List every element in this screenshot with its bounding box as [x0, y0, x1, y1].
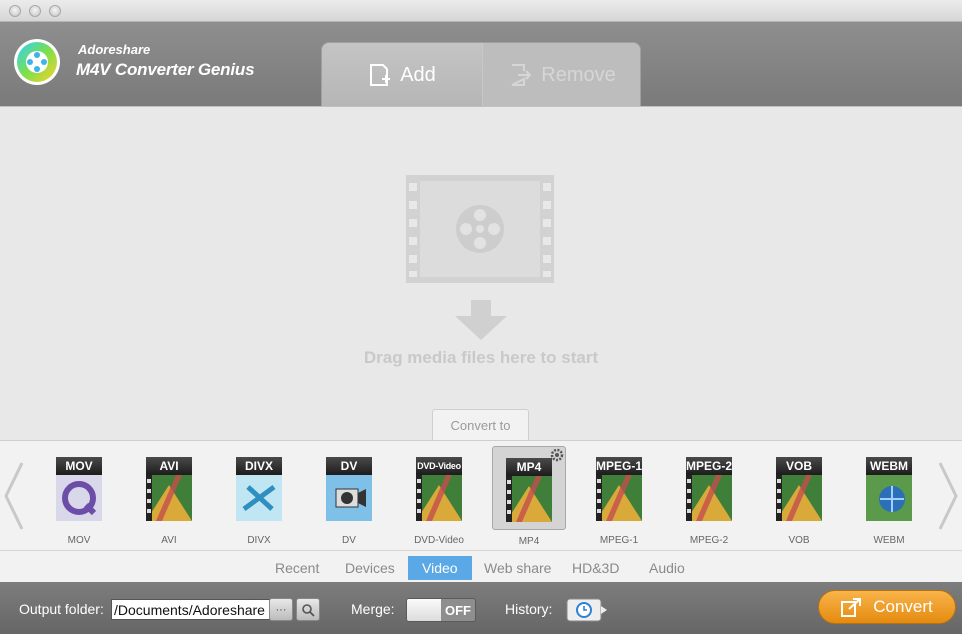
category-tab-audio[interactable]: Audio [635, 556, 699, 580]
category-tab-hd3d[interactable]: HD&3D [558, 556, 633, 580]
category-bar: Recent Devices Video Web share HD&3D Aud… [0, 550, 962, 582]
format-icon: MPEG-2 [686, 457, 732, 521]
drop-instruction: Drag media files here to start [363, 348, 599, 367]
close-window-button[interactable] [9, 5, 21, 17]
divx-icon [236, 475, 282, 521]
scroll-left-arrow-icon[interactable] [2, 461, 26, 531]
format-badge: MPEG-2 [686, 457, 733, 475]
format-badge: MPEG-1 [596, 457, 643, 475]
format-badge: MOV [56, 457, 102, 475]
toggle-knob [407, 599, 441, 621]
app-logo-icon [14, 39, 60, 85]
convert-button[interactable]: Convert [818, 590, 956, 624]
open-folder-button[interactable] [296, 598, 320, 621]
format-item-avi[interactable]: AVI AVI [132, 445, 206, 547]
gear-icon[interactable] [550, 448, 564, 462]
scroll-right-arrow-icon[interactable] [936, 461, 960, 531]
format-label: AVI [161, 535, 177, 546]
format-item-webm[interactable]: WEBM WEBM [852, 445, 926, 547]
globe-icon [866, 475, 912, 521]
category-tab-video[interactable]: Video [408, 556, 472, 580]
add-button[interactable]: Add [322, 43, 482, 106]
category-tab-devices[interactable]: Devices [331, 556, 409, 580]
history-label: History: [505, 601, 553, 617]
format-label: DIVX [247, 535, 271, 546]
convert-icon [841, 598, 862, 617]
output-folder-label: Output folder: [19, 601, 104, 617]
merge-toggle[interactable]: OFF [406, 598, 476, 622]
film-icon [416, 475, 462, 521]
film-icon [506, 476, 552, 522]
brand-name: Adoreshare [78, 42, 151, 57]
format-badge: DIVX [236, 457, 282, 475]
format-label: VOB [788, 535, 810, 546]
format-badge: AVI [146, 457, 192, 475]
toolbar-tabs: Add Remove [321, 42, 641, 106]
film-icon [686, 475, 732, 521]
format-item-mpeg-1[interactable]: MPEG-1 MPEG-1 [582, 445, 656, 547]
bottom-bar: Output folder: ··· Merge: OFF History: C… [0, 582, 962, 634]
format-strip: MOV MOV AVI AVI DIVX DIVX DV DV DVD-Video DVD-Vid… [0, 440, 962, 550]
format-item-vob[interactable]: VOB VOB [762, 445, 836, 547]
format-item-mov[interactable]: MOV MOV [42, 445, 116, 547]
format-item-dvd-video[interactable]: DVD-Video DVD-Video [402, 445, 476, 547]
format-label: MP4 [518, 536, 540, 547]
app-header: Adoreshare M4V Converter Genius Add Remo… [0, 22, 962, 106]
film-icon [146, 475, 192, 521]
format-item-dv[interactable]: DV DV [312, 445, 386, 547]
merge-label: Merge: [351, 601, 395, 617]
history-button[interactable] [566, 598, 608, 622]
format-badge: VOB [776, 457, 822, 475]
format-icon: MOV [56, 457, 102, 521]
remove-label: Remove [541, 63, 616, 86]
camcorder-icon [326, 475, 372, 521]
format-badge: MP4 [506, 458, 552, 476]
search-icon [302, 603, 315, 617]
output-folder-input[interactable] [111, 599, 270, 620]
format-icon: VOB [776, 457, 822, 521]
format-item-divx[interactable]: DIVX DIVX [222, 445, 296, 547]
remove-file-icon [511, 64, 532, 86]
format-icon: AVI [146, 457, 192, 521]
convert-label: Convert [873, 597, 933, 616]
window-title-bar [0, 0, 962, 22]
category-tab-web-share[interactable]: Web share [470, 556, 565, 580]
merge-state: OFF [445, 603, 471, 618]
zoom-window-button[interactable] [49, 5, 61, 17]
minimize-window-button[interactable] [29, 5, 41, 17]
format-label: DVD-Video [414, 535, 464, 546]
format-label: MOV [67, 535, 91, 546]
format-badge: DVD-Video [416, 457, 462, 475]
format-item-mpeg-2[interactable]: MPEG-2 MPEG-2 [672, 445, 746, 547]
film-reel-placeholder-icon [406, 175, 554, 283]
format-label: MPEG-2 [689, 535, 729, 546]
format-badge: DV [326, 457, 372, 475]
category-tab-recent[interactable]: Recent [261, 556, 333, 580]
format-badge: WEBM [866, 457, 912, 475]
product-name: M4V Converter Genius [76, 60, 255, 79]
drop-zone[interactable]: Drag media files here to start Convert t… [0, 106, 962, 441]
format-icon: DV [326, 457, 372, 521]
format-label: MPEG-1 [599, 535, 639, 546]
down-arrow-icon [455, 300, 507, 340]
add-file-icon [370, 64, 391, 86]
remove-button[interactable]: Remove [482, 43, 640, 106]
quicktime-icon [56, 475, 102, 521]
format-label: DV [342, 535, 356, 546]
film-icon [596, 475, 642, 521]
film-icon [776, 475, 822, 521]
format-icon: DIVX [236, 457, 282, 521]
add-label: Add [400, 63, 436, 86]
convert-to-tab: Convert to [432, 409, 529, 441]
format-icon: WEBM [866, 457, 912, 521]
format-icon: DVD-Video [416, 457, 462, 521]
browse-folder-button[interactable]: ··· [269, 598, 293, 621]
format-icon: MP4 [506, 458, 552, 522]
format-icon: MPEG-1 [596, 457, 642, 521]
format-label: WEBM [873, 535, 905, 546]
format-item-mp4[interactable]: MP4 MP4 [492, 446, 566, 547]
